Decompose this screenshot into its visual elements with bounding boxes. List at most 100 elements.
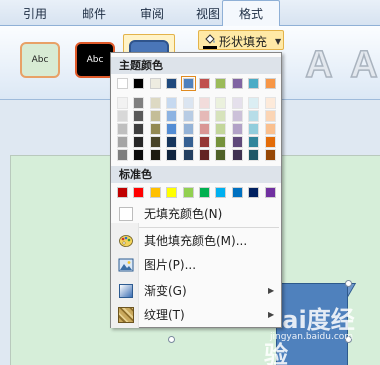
theme-shade-swatch[interactable]	[166, 97, 178, 109]
theme-shade-swatch[interactable]	[133, 149, 145, 161]
theme-shade-swatch[interactable]	[264, 149, 276, 161]
theme-shade-swatch[interactable]	[117, 149, 128, 161]
theme-shade-swatch[interactable]	[215, 149, 227, 161]
standard-color-swatch[interactable]	[133, 187, 145, 198]
theme-shade-swatch[interactable]	[231, 136, 243, 148]
theme-shade-swatch[interactable]	[182, 149, 194, 161]
gradient-menu-item[interactable]: 渐变(G) ▶	[113, 280, 279, 302]
shape-fill-label: 形状填充	[219, 35, 268, 49]
theme-shade-swatch[interactable]	[117, 97, 128, 109]
theme-shade-swatch[interactable]	[133, 97, 145, 109]
tab-references[interactable]: 引用	[10, 4, 60, 24]
menu-separator	[139, 227, 279, 228]
paint-bucket-icon	[205, 34, 215, 44]
theme-shade-swatch[interactable]	[117, 123, 128, 135]
more-fill-colors-menu-item[interactable]: 其他填充颜色(M)...	[113, 230, 279, 252]
theme-shade-swatch[interactable]	[199, 110, 210, 122]
theme-shade-swatch[interactable]	[215, 97, 227, 109]
theme-color-swatch[interactable]	[133, 78, 145, 89]
standard-color-swatch[interactable]	[215, 187, 227, 198]
texture-label: 纹理(T)	[144, 308, 185, 322]
resize-handle[interactable]	[168, 336, 175, 343]
theme-shade-swatch[interactable]	[182, 110, 194, 122]
standard-color-swatch[interactable]	[248, 187, 260, 198]
theme-shade-swatch[interactable]	[117, 136, 128, 148]
more-fill-colors-label: 其他填充颜色(M)...	[144, 234, 248, 248]
theme-shade-swatch[interactable]	[182, 136, 194, 148]
theme-shade-swatch[interactable]	[199, 97, 210, 109]
theme-shade-swatch[interactable]	[166, 136, 178, 148]
theme-color-swatch[interactable]	[248, 78, 260, 89]
theme-color-swatch[interactable]	[215, 78, 227, 89]
theme-shade-swatch[interactable]	[149, 123, 161, 135]
theme-color-swatch[interactable]	[231, 78, 243, 89]
standard-color-swatch[interactable]	[182, 187, 194, 198]
theme-shade-swatch[interactable]	[166, 149, 178, 161]
picture-menu-item[interactable]: 图片(P)...	[113, 254, 279, 276]
theme-shade-swatch[interactable]	[149, 149, 161, 161]
tab-mailings[interactable]: 邮件	[68, 4, 120, 24]
theme-shade-swatch[interactable]	[248, 97, 260, 109]
theme-shade-swatch[interactable]	[264, 123, 276, 135]
theme-shade-swatch[interactable]	[264, 97, 276, 109]
shape-fill-button[interactable]: 形状填充 ▼	[198, 30, 284, 50]
shape-style-1[interactable]: Abc	[20, 42, 60, 78]
theme-color-swatch[interactable]	[117, 78, 128, 89]
theme-shade-swatch[interactable]	[133, 136, 145, 148]
theme-shade-swatch[interactable]	[248, 149, 260, 161]
theme-shade-swatch[interactable]	[117, 110, 128, 122]
theme-color-swatch[interactable]	[149, 78, 161, 89]
tab-format[interactable]: 格式	[222, 0, 280, 27]
theme-shade-swatch[interactable]	[264, 136, 276, 148]
tab-review[interactable]: 审阅	[126, 4, 178, 24]
theme-shade-swatch[interactable]	[182, 123, 194, 135]
texture-icon	[118, 307, 134, 323]
theme-shade-swatch[interactable]	[248, 123, 260, 135]
theme-shade-swatch[interactable]	[231, 97, 243, 109]
theme-color-swatch[interactable]	[199, 78, 210, 89]
wordart-style-2[interactable]: A	[345, 43, 380, 87]
wordart-style-1[interactable]: A	[300, 43, 338, 87]
resize-handle[interactable]	[345, 280, 352, 287]
theme-color-swatch[interactable]	[264, 78, 276, 89]
theme-colors-header: 主题颜色	[111, 57, 281, 74]
standard-color-swatch[interactable]	[166, 187, 178, 198]
ribbon-tab-bar: 引用 邮件 审阅 视图 格式	[0, 0, 380, 27]
theme-shade-swatch[interactable]	[149, 97, 161, 109]
theme-shade-swatch[interactable]	[133, 123, 145, 135]
theme-shade-swatch[interactable]	[231, 110, 243, 122]
theme-shade-swatch[interactable]	[231, 149, 243, 161]
theme-shade-swatch[interactable]	[199, 136, 210, 148]
standard-color-swatch[interactable]	[231, 187, 243, 198]
theme-shade-swatch[interactable]	[199, 149, 210, 161]
standard-color-swatch[interactable]	[264, 187, 276, 198]
theme-shade-swatch[interactable]	[199, 123, 210, 135]
theme-shade-swatch[interactable]	[166, 123, 178, 135]
no-fill-swatch-icon	[119, 207, 133, 221]
chevron-right-icon: ▶	[268, 286, 275, 295]
theme-shade-swatch[interactable]	[133, 110, 145, 122]
texture-menu-item[interactable]: 纹理(T) ▶	[113, 304, 279, 326]
standard-color-swatch[interactable]	[149, 187, 161, 198]
picture-icon	[118, 258, 134, 272]
theme-shade-swatch[interactable]	[182, 97, 194, 109]
theme-color-swatch[interactable]	[180, 76, 196, 91]
gradient-label: 渐变(G)	[144, 284, 187, 298]
theme-shade-swatch[interactable]	[248, 110, 260, 122]
watermark-url: jingyan.baidu.com	[270, 332, 354, 342]
shape-style-2[interactable]: Abc	[75, 42, 115, 78]
theme-color-swatch[interactable]	[166, 78, 178, 89]
theme-shade-swatch[interactable]	[215, 110, 227, 122]
theme-shade-swatch[interactable]	[215, 123, 227, 135]
theme-shade-swatch[interactable]	[215, 136, 227, 148]
theme-shade-swatch[interactable]	[231, 123, 243, 135]
theme-shade-swatch[interactable]	[248, 136, 260, 148]
standard-colors-header: 标准色	[111, 166, 281, 183]
standard-color-swatch[interactable]	[199, 187, 210, 198]
theme-shade-swatch[interactable]	[166, 110, 178, 122]
theme-shade-swatch[interactable]	[149, 136, 161, 148]
no-fill-menu-item[interactable]: 无填充颜色(N)	[113, 203, 279, 225]
standard-color-swatch[interactable]	[117, 187, 128, 198]
theme-shade-swatch[interactable]	[264, 110, 276, 122]
theme-shade-swatch[interactable]	[149, 110, 161, 122]
